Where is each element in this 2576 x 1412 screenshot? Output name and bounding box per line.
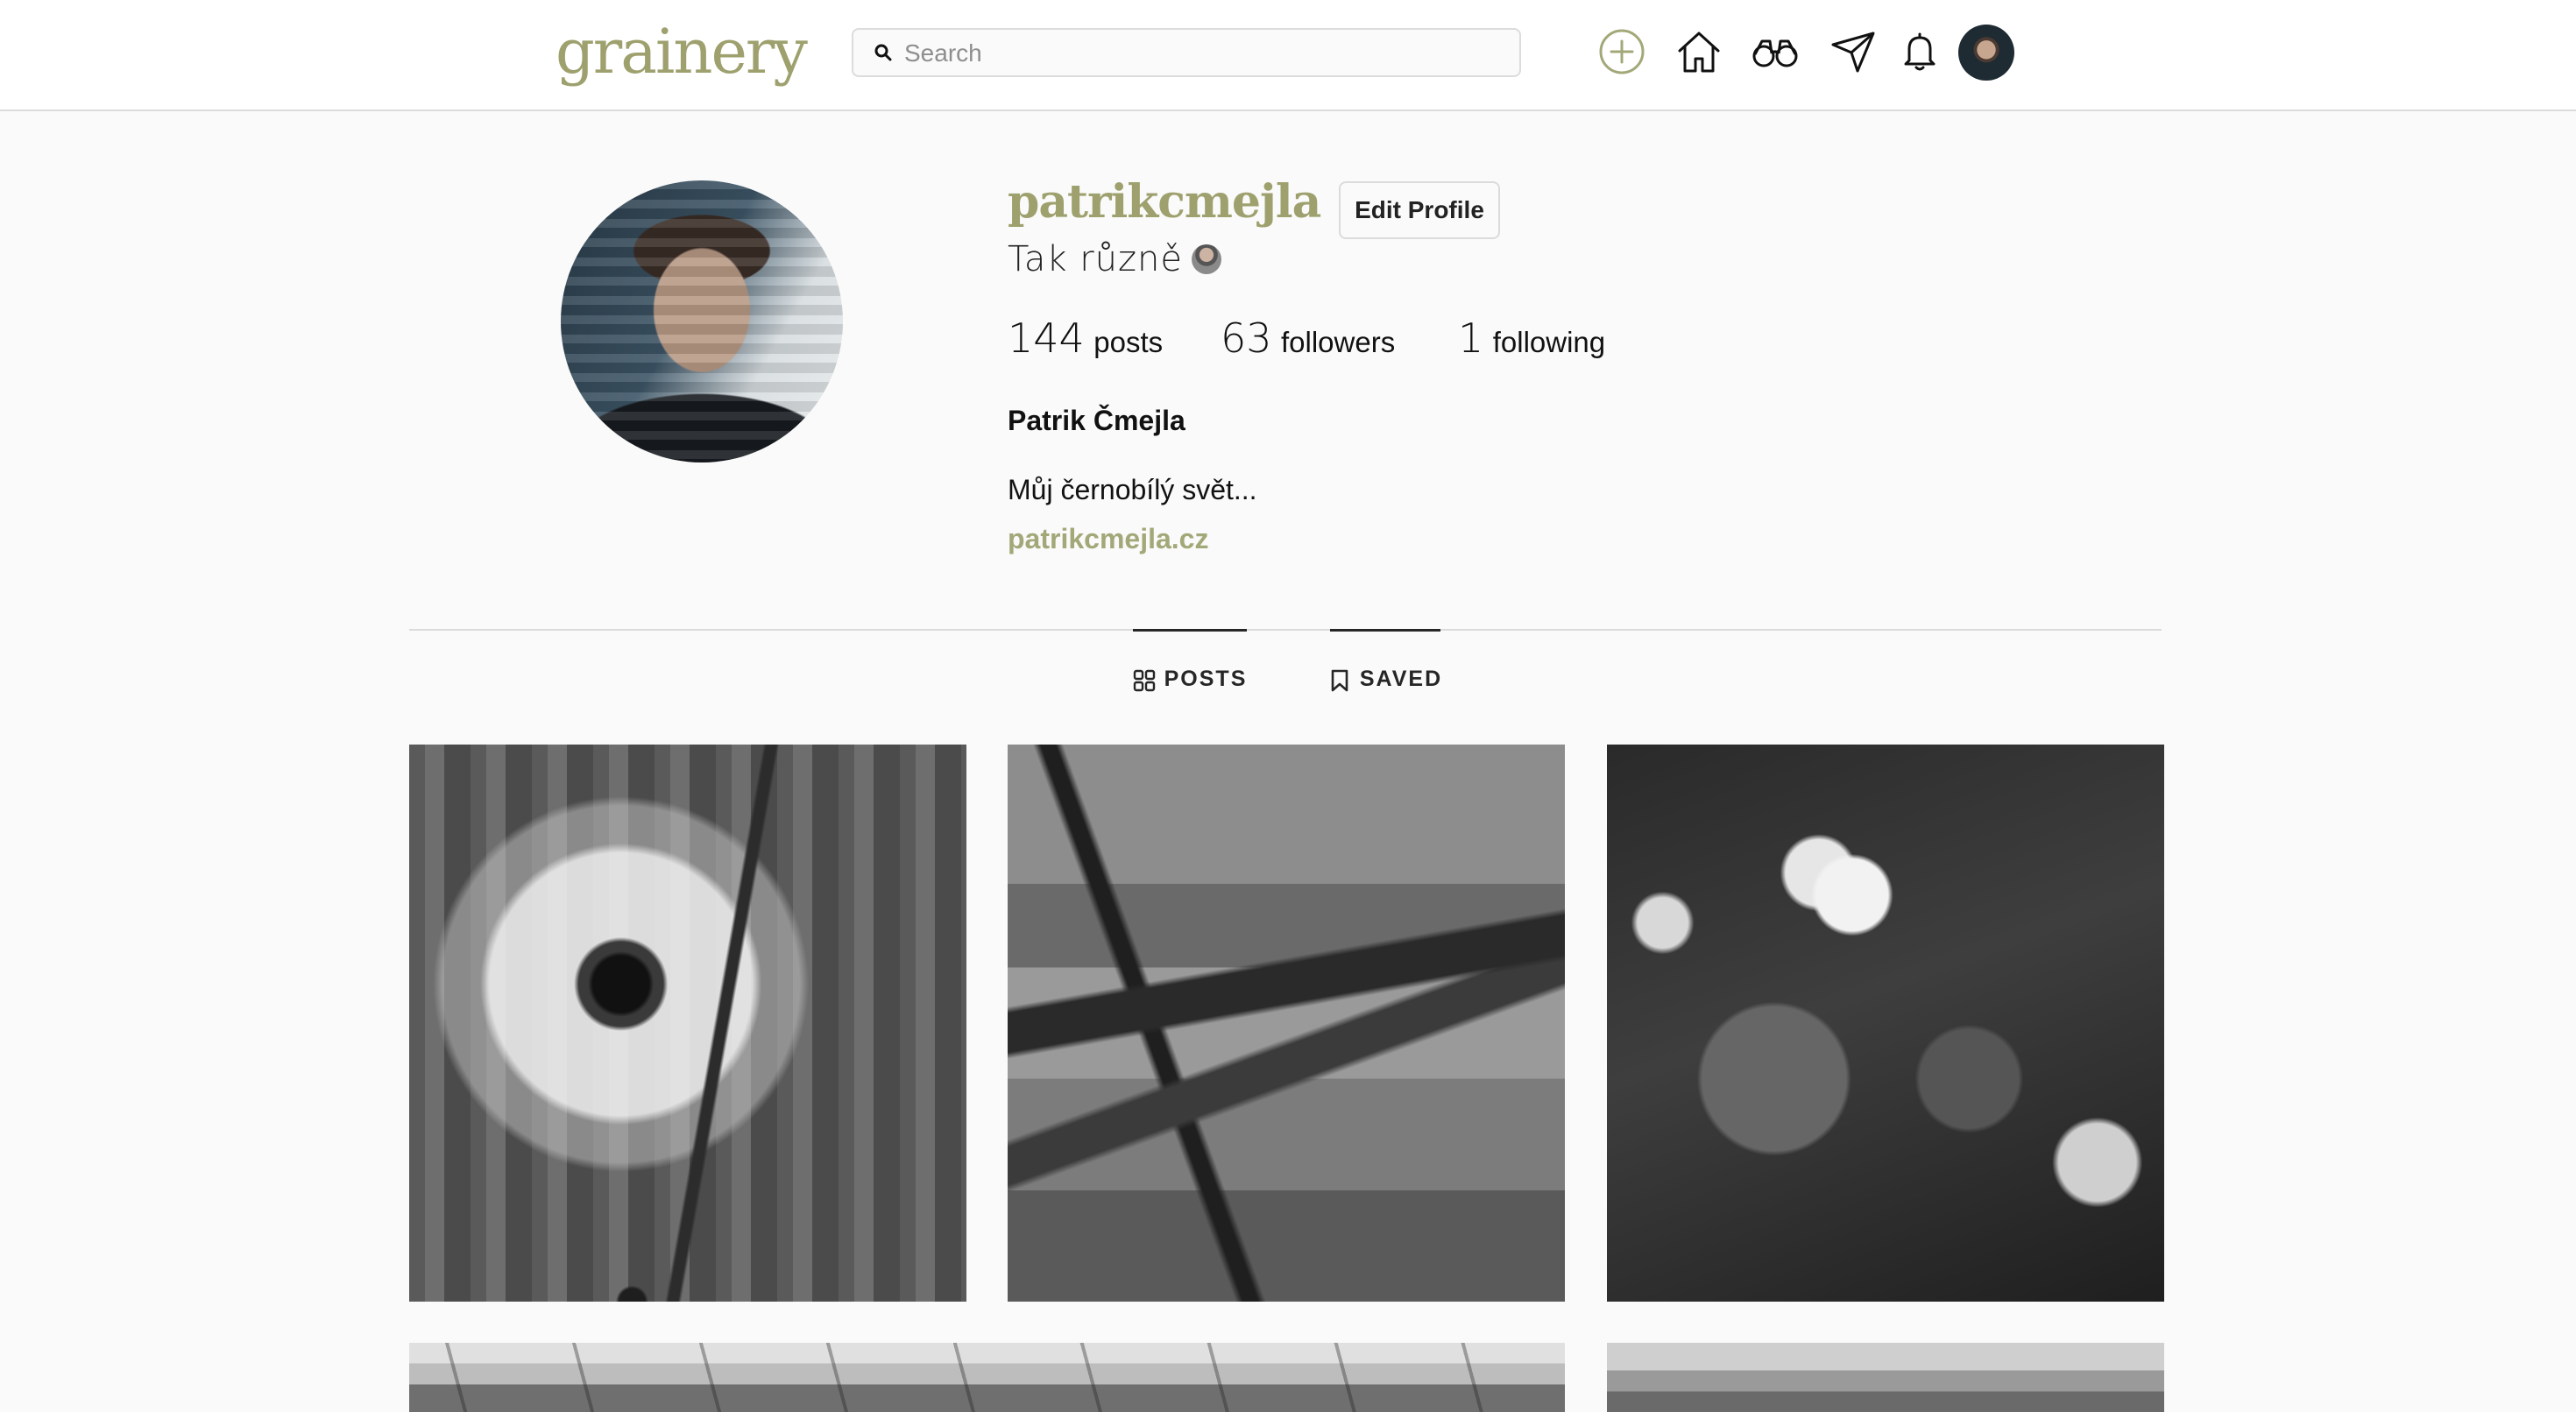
followers-count[interactable]: 63 followers (1221, 312, 1395, 375)
posts-count: 144 posts (1008, 312, 1163, 375)
grainery-logo[interactable]: grainery (556, 12, 808, 91)
send-icon[interactable] (1829, 27, 1878, 76)
tab-posts[interactable]: POSTS (1133, 629, 1247, 692)
grid-icon (1133, 669, 1156, 692)
person-emoji-icon (1191, 244, 1221, 274)
following-count[interactable]: 1 following (1458, 312, 1605, 375)
post-thumbnail[interactable] (1607, 1343, 2164, 1412)
profile-picture (561, 180, 843, 462)
search-icon (873, 42, 894, 63)
binoculars-icon[interactable] (1751, 27, 1800, 76)
post-thumbnail-fallen-tree[interactable] (1008, 745, 1565, 1302)
tagline-text: Tak různě (1008, 239, 1183, 279)
profile-tagline: Tak různě (1008, 235, 1221, 284)
posts-number: 144 (1008, 314, 1085, 362)
profile-avatar-button[interactable] (1958, 25, 2014, 81)
edit-profile-button[interactable]: Edit Profile (1339, 181, 1500, 239)
post-thumbnail-blossoms[interactable] (1607, 745, 2164, 1302)
followers-label: followers (1281, 326, 1396, 358)
profile-username: patrikcmejla (1008, 175, 1321, 229)
post-thumbnail-landscape[interactable] (409, 1343, 1565, 1412)
tab-saved[interactable]: SAVED (1330, 629, 1440, 692)
home-icon[interactable] (1674, 27, 1723, 76)
search-box[interactable] (852, 28, 1521, 77)
search-input[interactable] (902, 30, 1511, 77)
tab-posts-label: POSTS (1164, 667, 1248, 691)
top-navigation-bar: grainery (0, 0, 2576, 111)
profile-full-name: Patrik Čmejla (1008, 405, 1185, 436)
bookmark-icon (1328, 669, 1351, 692)
following-label: following (1492, 326, 1606, 358)
post-thumbnail-dandelion[interactable] (409, 745, 966, 1302)
tab-saved-label: SAVED (1359, 667, 1443, 691)
profile-website-link[interactable]: patrikcmejla.cz (1008, 517, 1208, 561)
posts-label: posts (1093, 326, 1164, 358)
profile-bio: Můj černobílý svět... (1008, 474, 1257, 505)
bell-icon[interactable] (1895, 27, 1944, 76)
followers-number: 63 (1221, 314, 1272, 362)
following-number: 1 (1458, 314, 1484, 362)
tabs-divider (409, 629, 2162, 631)
new-post-icon[interactable] (1597, 27, 1646, 76)
